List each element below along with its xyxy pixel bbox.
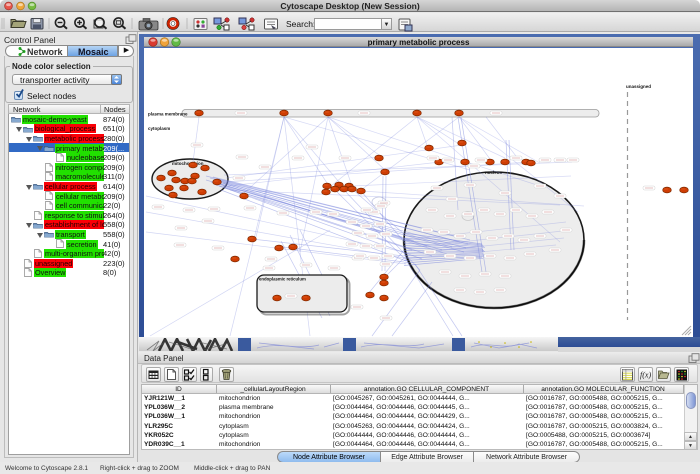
svg-text:f(x): f(x) <box>640 370 651 379</box>
svg-text:mitochondrion: mitochondrion <box>172 161 204 166</box>
svg-text:endoplasmic reticulum: endoplasmic reticulum <box>259 277 306 282</box>
svg-text:plasma membrane: plasma membrane <box>148 112 188 117</box>
svg-text:unassigned: unassigned <box>626 84 651 89</box>
svg-text:cytoplasm: cytoplasm <box>148 126 170 131</box>
